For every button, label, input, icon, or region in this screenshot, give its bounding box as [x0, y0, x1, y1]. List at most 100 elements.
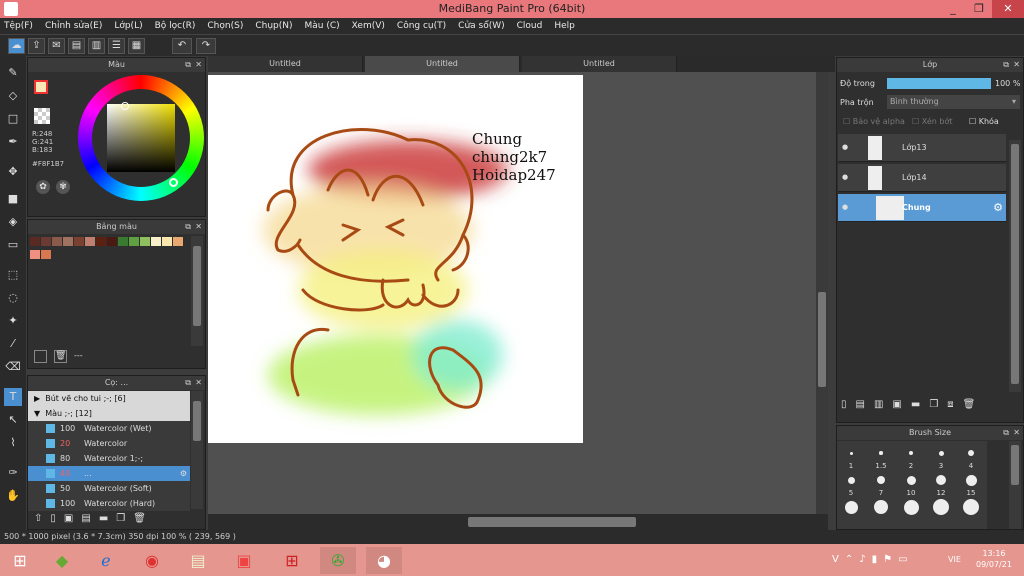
canvas-hscrollbar[interactable] [208, 514, 828, 530]
menu-item[interactable]: Cloud [517, 21, 543, 31]
palette-swatch[interactable] [162, 237, 172, 246]
cloud-icon[interactable]: ☁ [8, 38, 25, 54]
trash-icon[interactable]: 🗑 [54, 350, 67, 363]
gear-icon[interactable]: ⚙ [180, 466, 187, 481]
transparent-color-swatch[interactable] [34, 108, 50, 124]
palette-swatch[interactable] [74, 237, 84, 246]
brush-size-dot[interactable] [933, 499, 949, 515]
network-icon[interactable]: ▮ [872, 554, 884, 565]
menu-item[interactable]: Màu (C) [305, 21, 340, 31]
brush-color-checkbox[interactable] [46, 484, 55, 493]
clock[interactable]: 13:16 09/07/21 [976, 548, 1012, 570]
palette-icon[interactable]: ✿ [36, 180, 50, 194]
chat-icon[interactable]: ✉ [48, 38, 65, 54]
brush-size-dot[interactable] [874, 500, 888, 514]
brush-page-icon[interactable]: ▤ [81, 513, 98, 524]
scroll-thumb[interactable] [1011, 144, 1019, 384]
lock-checkbox[interactable]: ☐ Khóa [969, 117, 999, 126]
drawing-canvas[interactable]: Chung chung2k7 Hoidap247 [208, 75, 583, 443]
brush-tool-icon[interactable]: ✎ [4, 64, 22, 82]
brush-size-dot[interactable] [906, 475, 916, 485]
eye-icon[interactable]: ● [842, 143, 848, 151]
brush-upload-icon[interactable]: ⇧ [34, 513, 50, 524]
brush-size-dot[interactable] [965, 474, 977, 486]
undock-icon[interactable]: ⧉ [185, 58, 191, 72]
text-tool-icon[interactable]: T [4, 388, 22, 406]
eyedropper-icon[interactable]: ✑ [4, 464, 22, 482]
brush-item[interactable]: 100 Watercolor (Wet) [28, 421, 190, 436]
close-panel-icon[interactable]: ✕ [195, 220, 202, 234]
flag-icon[interactable]: ⚑ [883, 554, 898, 565]
brush-group-row[interactable]: ▶ Bút vẽ cho tui ;-; [6] [28, 391, 190, 406]
saturation-square[interactable] [107, 104, 175, 172]
brush-size-dot[interactable] [879, 451, 883, 455]
brush-item[interactable]: 80 Watercolor 1;-; [28, 451, 190, 466]
close-panel-icon[interactable]: ✕ [1013, 58, 1020, 72]
protect-alpha-checkbox[interactable]: ☐ Bảo vệ alpha [843, 117, 905, 126]
layer-row[interactable]: ● Chung ⚙ [838, 194, 1006, 222]
brush-size-dot[interactable] [936, 475, 946, 485]
comment-icon[interactable]: ▤ [68, 38, 85, 54]
brush-new-icon[interactable]: ▯ [50, 513, 64, 524]
brush-size-dot[interactable] [903, 499, 919, 515]
internet-explorer-icon[interactable]: ℯ [88, 547, 124, 574]
operation-tool-icon[interactable]: ↖ [4, 411, 22, 429]
windows-start-icon[interactable]: ⊞ [2, 547, 38, 574]
brush-size-scrollbar[interactable] [1009, 441, 1021, 529]
menu-item[interactable]: Chọn(S) [207, 21, 243, 31]
opacity-slider[interactable] [887, 78, 991, 89]
brush-scrollbar[interactable] [191, 391, 203, 509]
volume-icon[interactable]: ♪ [859, 554, 871, 565]
bluestacks-icon[interactable]: ◆ [44, 547, 80, 574]
tab-untitled-3[interactable]: Untitled [522, 56, 677, 72]
brush-size-dot[interactable] [963, 499, 979, 515]
close-panel-icon[interactable]: ✕ [195, 58, 202, 72]
gear-icon[interactable]: ⚙ [993, 201, 1003, 214]
pen-tool-icon[interactable]: ✒ [4, 133, 22, 151]
tab-untitled-1[interactable]: Untitled [208, 56, 363, 72]
powerpoint-icon[interactable]: ▣ [226, 547, 262, 574]
palette-add-icon[interactable]: ✾ [56, 180, 70, 194]
close-button[interactable]: ✕ [992, 0, 1024, 18]
palette-swatch[interactable] [107, 237, 117, 246]
brush-folder-icon[interactable]: ▬ [99, 513, 116, 524]
palette-swatch[interactable] [30, 237, 40, 246]
layer-row[interactable]: ● Lớp14 [838, 164, 1006, 192]
folder-icon[interactable]: ▬ [911, 399, 929, 410]
brush-item[interactable]: 50 Watercolor (Soft) [28, 481, 190, 496]
brush-size-dot[interactable] [847, 476, 855, 484]
brush-item[interactable]: 100 Watercolor (Hard) [28, 496, 190, 511]
menu-item[interactable]: Lớp(L) [114, 21, 142, 31]
undock-icon[interactable]: ⧉ [1003, 426, 1009, 440]
palette-swatch[interactable] [41, 237, 51, 246]
minimize-button[interactable]: _ [940, 0, 966, 18]
scroll-thumb[interactable] [818, 292, 826, 387]
menu-item[interactable]: Cửa sổ(W) [458, 21, 504, 31]
eye-icon[interactable]: ● [842, 203, 848, 211]
brush-color-checkbox[interactable] [46, 439, 55, 448]
primary-color-swatch[interactable] [34, 80, 48, 94]
brush-color-checkbox[interactable] [46, 469, 55, 478]
brush-add-icon[interactable]: ▣ [64, 513, 81, 524]
brush-item[interactable]: 20 Watercolor [28, 436, 190, 451]
dropper-tool-icon[interactable]: ⌇ [4, 434, 22, 452]
brush-color-checkbox[interactable] [46, 454, 55, 463]
canvas-vscrollbar[interactable] [816, 72, 828, 514]
list-icon[interactable]: ☰ [108, 38, 125, 54]
brush-size-dot[interactable] [938, 450, 944, 456]
fill-rect-tool-icon[interactable]: ■ [4, 190, 22, 208]
close-panel-icon[interactable]: ✕ [195, 376, 202, 390]
palette-swatch[interactable] [41, 250, 51, 259]
file-explorer-icon[interactable]: ▤ [180, 547, 216, 574]
palette-swatch[interactable] [129, 237, 139, 246]
move-tool-icon[interactable]: ✥ [4, 163, 22, 181]
palette-scrollbar[interactable] [191, 236, 203, 346]
tab-untitled-2[interactable]: Untitled [365, 56, 520, 72]
brush-size-dot[interactable] [849, 451, 853, 455]
brush-size-dot[interactable] [844, 500, 858, 514]
brush-color-checkbox[interactable] [46, 499, 55, 508]
undock-icon[interactable]: ⧉ [185, 220, 191, 234]
select-eraser-icon[interactable]: ⌫ [4, 358, 22, 376]
blend-mode-select[interactable]: Bình thường ▾ [887, 95, 1020, 109]
eye-icon[interactable]: ● [842, 173, 848, 181]
